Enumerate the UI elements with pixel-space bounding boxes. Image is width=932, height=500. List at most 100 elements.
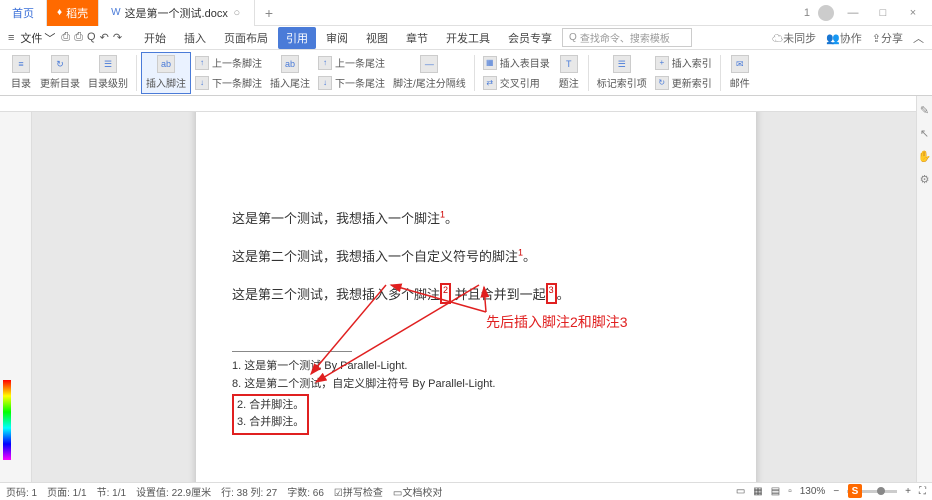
highlight-box-1: 2: [440, 283, 451, 304]
caption-button[interactable]: T题注: [554, 52, 584, 94]
document-page[interactable]: 这是第一个测试，我想插入一个脚注1。 这是第二个测试，我想插入一个自定义符号的脚…: [196, 112, 756, 482]
preview-icon[interactable]: Q: [87, 31, 96, 44]
view-icon-2[interactable]: ▦: [753, 486, 762, 497]
tab-document[interactable]: W 这是第一个测试.docx ○: [99, 0, 255, 26]
right-sidebar: ✎ ↖ ✋ ⚙: [916, 96, 932, 482]
index-icon: ☰: [613, 55, 631, 73]
tab-section[interactable]: 章节: [398, 27, 436, 49]
tab-daoke[interactable]: ♦稻壳: [47, 0, 99, 26]
zoom-level[interactable]: 130%: [800, 486, 826, 497]
insert-footnote-button[interactable]: ab插入脚注: [141, 52, 191, 94]
mail-button[interactable]: ✉邮件: [725, 52, 755, 94]
update-index[interactable]: ↻更新索引: [655, 74, 712, 92]
down-icon: ↓: [318, 76, 332, 90]
tab-reference[interactable]: 引用: [278, 27, 316, 49]
maximize-button[interactable]: □: [872, 7, 894, 19]
toc-icon: ≡: [12, 55, 30, 73]
cross-ref[interactable]: ⇄交叉引用: [483, 74, 550, 92]
print-icon[interactable]: ⎙: [74, 31, 83, 44]
horizontal-ruler[interactable]: [0, 96, 932, 112]
view-icon-1[interactable]: ▭: [736, 486, 745, 497]
ribbon: ≡目录 ↻更新目录 ☰目录级别 ab插入脚注 ↑上一条脚注 ↓下一条脚注 ab插…: [0, 50, 932, 96]
settings-icon[interactable]: ⚙: [920, 173, 930, 186]
vertical-ruler[interactable]: [16, 112, 32, 482]
page-count[interactable]: 页面: 1/1: [47, 484, 86, 499]
menu-left: ≡ 文件﹀ ⎙ ⎙ Q ↶ ↷: [8, 30, 122, 46]
chevron-up-icon[interactable]: ︿: [913, 30, 924, 46]
hand-icon[interactable]: ✋: [918, 150, 932, 163]
paragraph-2[interactable]: 这是第二个测试，我想插入一个自定义符号的脚注1。: [232, 240, 720, 274]
view-icon-3[interactable]: ▤: [771, 486, 780, 497]
update-toc-button[interactable]: ↻更新目录: [36, 52, 84, 94]
tab-layout[interactable]: 页面布局: [216, 27, 276, 49]
zoom-out[interactable]: −: [833, 486, 839, 497]
minimize-button[interactable]: —: [842, 7, 864, 19]
footnote-icon: ab: [157, 55, 175, 73]
tab-member[interactable]: 会员专享: [500, 27, 560, 49]
prev-footnote[interactable]: ↑上一条脚注: [195, 54, 262, 72]
footnotes-area[interactable]: 1. 这是第一个测试 By Parallel-Light. 8. 这是第二个测试…: [232, 358, 720, 434]
footnote-4[interactable]: 3. 合并脚注。: [237, 414, 304, 432]
ime-badge[interactable]: S: [848, 484, 862, 498]
view-icon-4[interactable]: ▫: [788, 486, 792, 497]
section[interactable]: 节: 1/1: [97, 484, 126, 499]
up-icon: ↑: [318, 56, 332, 70]
index-group: +插入索引 ↻更新索引: [651, 52, 716, 94]
cursor-icon[interactable]: ↖: [920, 127, 929, 140]
prev-endnote[interactable]: ↑上一条尾注: [318, 54, 385, 72]
tab-review[interactable]: 审阅: [318, 27, 356, 49]
tab-start[interactable]: 开始: [136, 27, 174, 49]
divider: [720, 55, 721, 91]
file-menu[interactable]: 文件﹀: [20, 30, 55, 46]
tab-home[interactable]: 首页: [0, 0, 47, 26]
insert-endnote-button[interactable]: ab插入尾注: [266, 52, 314, 94]
separator-button[interactable]: —脚注/尾注分隔线: [389, 52, 470, 94]
mail-icon: ✉: [731, 55, 749, 73]
position[interactable]: 设置值: 22.9厘米: [136, 484, 211, 499]
footnote-2[interactable]: 8. 这是第二个测试，自定义脚注符号 By Parallel-Light.: [232, 376, 720, 394]
insert-index[interactable]: +插入索引: [655, 54, 712, 72]
divider: [474, 55, 475, 91]
idx-icon: +: [655, 56, 669, 70]
up-icon: ↑: [195, 56, 209, 70]
next-footnote[interactable]: ↓下一条脚注: [195, 74, 262, 92]
fire-icon: ♦: [57, 7, 62, 18]
pencil-icon[interactable]: ✎: [920, 104, 929, 117]
table-icon: ▦: [483, 56, 497, 70]
tab-dev[interactable]: 开发工具: [438, 27, 498, 49]
mark-index-button[interactable]: ☰标记索引项: [593, 52, 651, 94]
zoom-in[interactable]: +: [905, 486, 911, 497]
avatar-icon[interactable]: [818, 5, 834, 21]
tab-insert[interactable]: 插入: [176, 27, 214, 49]
close-button[interactable]: ×: [902, 7, 924, 19]
next-endnote[interactable]: ↓下一条尾注: [318, 74, 385, 92]
footnote-3[interactable]: 2. 合并脚注。: [237, 397, 304, 415]
people-icon: 👥: [826, 33, 840, 45]
collab-button[interactable]: 👥协作: [826, 30, 862, 46]
spellcheck[interactable]: ☑拼写检查: [334, 484, 383, 499]
proofread[interactable]: ▭文档校对: [393, 484, 442, 499]
footnote-1[interactable]: 1. 这是第一个测试 By Parallel-Light.: [232, 358, 720, 376]
new-tab-button[interactable]: +: [255, 5, 283, 21]
sync-status[interactable]: ☁未同步: [772, 30, 816, 46]
paragraph-1[interactable]: 这是第一个测试，我想插入一个脚注1。: [232, 202, 720, 236]
fullscreen-icon[interactable]: ⛶: [919, 486, 926, 497]
divider: [588, 55, 589, 91]
hamburger-icon[interactable]: ≡: [8, 32, 14, 44]
line-col[interactable]: 行: 38 列: 27: [221, 484, 277, 499]
search-input[interactable]: Q 查找命令、搜索模板: [562, 28, 692, 47]
divider: [136, 55, 137, 91]
word-count[interactable]: 字数: 66: [287, 484, 324, 499]
undo-icon[interactable]: ↶: [100, 31, 109, 44]
paragraph-3[interactable]: 这是第三个测试，我想插入多个脚注2 并且合并到一起3。: [232, 278, 720, 312]
page-number[interactable]: 页码: 1: [6, 484, 37, 499]
quick-icons: ⎙ ⎙ Q ↶ ↷: [61, 31, 122, 44]
share-button[interactable]: ⇪分享: [872, 30, 903, 46]
tab-view[interactable]: 视图: [358, 27, 396, 49]
toc-level-button[interactable]: ☰目录级别: [84, 52, 132, 94]
close-icon[interactable]: ○: [232, 7, 242, 19]
insert-table-toc[interactable]: ▦插入表目录: [483, 54, 550, 72]
save-icon[interactable]: ⎙: [61, 31, 70, 44]
redo-icon[interactable]: ↷: [113, 31, 122, 44]
toc-button[interactable]: ≡目录: [6, 52, 36, 94]
